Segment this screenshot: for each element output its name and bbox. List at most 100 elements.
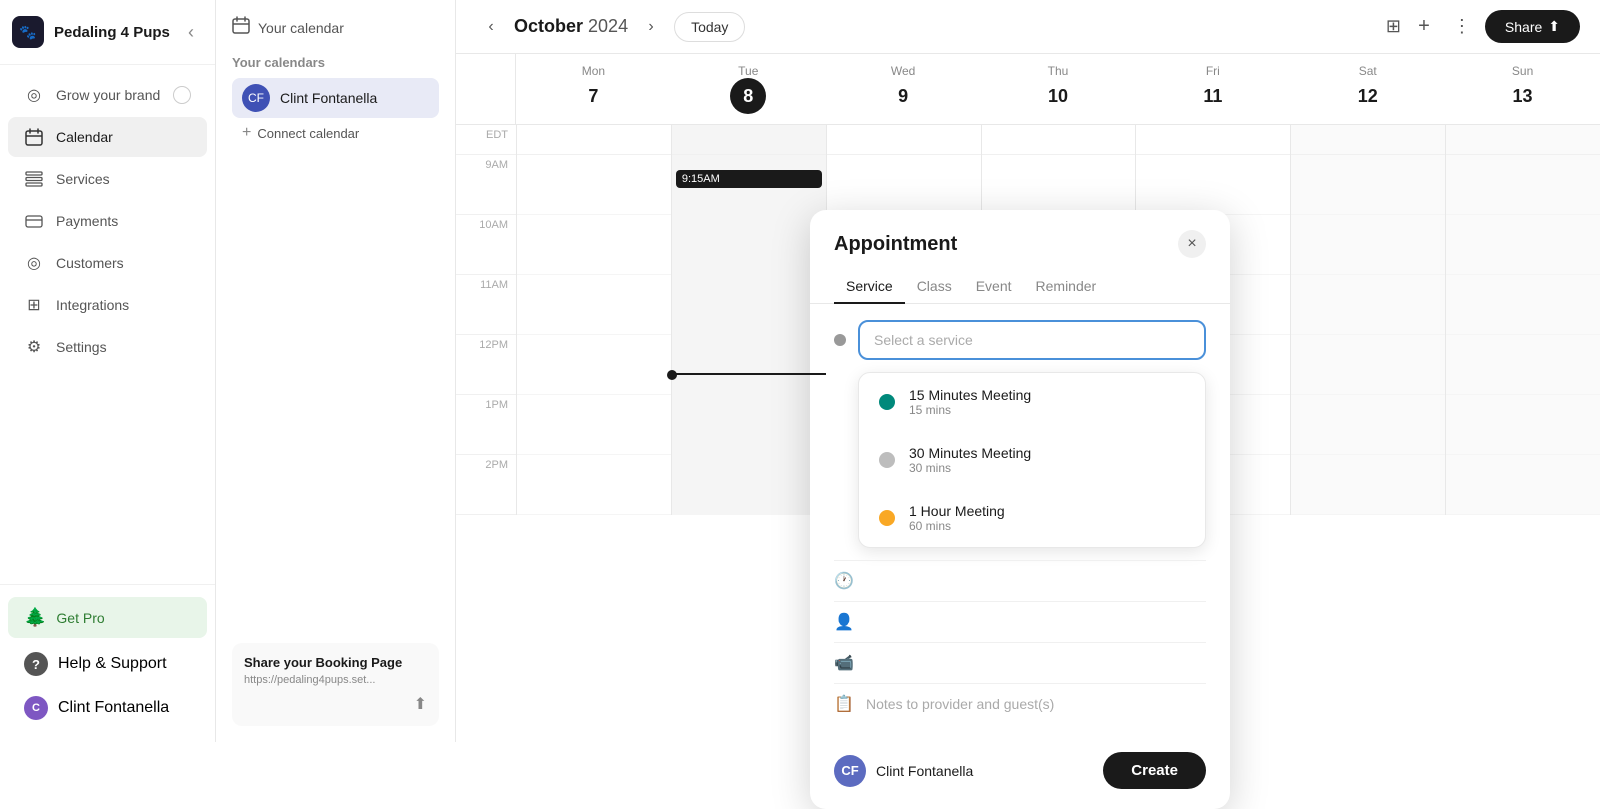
collapse-button[interactable]: ‹ [179,20,203,44]
integrations-icon: ⊞ [24,295,44,315]
video-icon: 📹 [834,653,854,673]
service-dropdown: 15 Minutes Meeting 15 mins 30 Minutes Me… [858,372,1206,548]
next-month-button[interactable]: › [636,12,666,42]
current-time-line [672,373,826,375]
prev-month-button[interactable]: ‹ [476,12,506,42]
service-option-info-0: 15 Minutes Meeting 15 mins [909,387,1031,417]
modal-header: Appointment × [810,210,1230,258]
day-header-0: Mon 7 [516,54,671,124]
calendar-header: Your calendar [232,16,439,39]
video-field-row: 📹 [834,642,1206,683]
more-options-button[interactable]: ⋮ [1447,12,1477,42]
tab-reminder[interactable]: Reminder [1024,270,1109,304]
tab-service[interactable]: Service [834,270,905,304]
sidebar-item-integrations[interactable]: ⊞ Integrations [8,285,207,325]
sidebar-item-services[interactable]: Services [8,159,207,199]
create-appointment-button[interactable]: Create [1103,752,1206,789]
time-col-header [456,54,516,124]
sidebar-item-label: Services [56,171,110,187]
sidebar-footer: 🌲 Get Pro ? Help & Support C Clint Fonta… [0,584,215,742]
appointment-time: 9:15AM [682,173,720,185]
get-pro-button[interactable]: 🌲 Get Pro [8,597,207,638]
service-option-1[interactable]: 30 Minutes Meeting 30 mins [859,431,1205,489]
service-option-name-1: 30 Minutes Meeting [909,445,1031,461]
appointment-badge[interactable]: 9:15AM [676,170,822,188]
add-event-button[interactable]: + [1409,12,1439,42]
settings-icon: ⚙ [24,337,44,357]
day-header-1: Tue 8 [671,54,826,124]
share-upload-icon[interactable]: ⬆ [414,694,427,714]
modal-user: CF Clint Fontanella [834,755,973,787]
modal-user-avatar: CF [834,755,866,787]
notes-field-row[interactable]: 📋 Notes to provider and guest(s) [834,683,1206,724]
time-slot-edt: EDT [456,125,516,155]
time-slot-2pm: 2PM [456,455,516,515]
day-col-mon[interactable] [516,125,671,515]
calendar-days-header: Mon 7 Tue 8 Wed 9 Thu 10 Fri 11 [456,54,1600,125]
service-option-dot-2 [879,510,895,526]
grow-brand-icon: ◎ [24,85,44,105]
sidebar-item-payments[interactable]: Payments [8,201,207,241]
time-slot-11am: 11AM [456,275,516,335]
sidebar-item-label: Grow your brand [56,87,160,103]
person-icon: 👤 [834,612,854,632]
sidebar-item-grow-brand[interactable]: ◎ Grow your brand [8,75,207,115]
share-booking-btn[interactable]: ⬆ [244,694,427,714]
sidebar-item-settings[interactable]: ⚙ Settings [8,327,207,367]
notes-placeholder: Notes to provider and guest(s) [866,696,1054,712]
day-col-sat[interactable] [1290,125,1445,515]
connect-plus-icon: + [242,124,251,142]
sidebar-item-label: Payments [56,213,118,229]
calendar-header-label: Your calendar [258,20,344,36]
day-col-sun[interactable] [1445,125,1600,515]
calendar-month-year: October 2024 [514,16,628,37]
calendar-user-avatar: CF [242,84,270,112]
day-header-2: Wed 9 [826,54,981,124]
modal-close-button[interactable]: × [1178,230,1206,258]
service-dot-indicator [834,334,846,346]
time-slots-col: EDT 9AM 10AM 11AM 12PM 1PM 2PM [456,125,516,515]
service-option-name-2: 1 Hour Meeting [909,503,1005,519]
sidebar-item-customers[interactable]: ◎ Customers [8,243,207,283]
grid-view-icon[interactable]: ⊞ [1386,16,1401,37]
service-input[interactable] [858,320,1206,360]
time-slot-12pm: 12PM [456,335,516,395]
get-pro-label: Get Pro [56,610,104,626]
modal-footer: CF Clint Fontanella Create [810,740,1230,809]
user-profile-item[interactable]: C Clint Fontanella [8,686,207,730]
service-select-row [834,320,1206,360]
service-option-2[interactable]: 1 Hour Meeting 60 mins [859,489,1205,547]
service-option-info-1: 30 Minutes Meeting 30 mins [909,445,1031,475]
user-avatar: C [24,696,48,720]
calendar-nav: ‹ October 2024 › Today [476,12,745,42]
tab-event[interactable]: Event [964,270,1024,304]
time-slot-1pm: 1PM [456,395,516,455]
help-label: Help & Support [58,655,167,673]
sidebar-item-label: Customers [56,255,124,271]
tab-class[interactable]: Class [905,270,964,304]
share-booking-title: Share your Booking Page [244,655,427,670]
calendar-actions: ⊞ + ⋮ Share ⬆ [1386,10,1580,43]
today-button[interactable]: Today [674,12,745,42]
time-slot-10am: 10AM [456,215,516,275]
service-option-duration-1: 30 mins [909,461,1031,475]
sidebar-item-calendar[interactable]: Calendar [8,117,207,157]
share-button[interactable]: Share ⬆ [1485,10,1580,43]
modal-user-name: Clint Fontanella [876,763,973,779]
day-col-tue[interactable]: 9:15AM [671,125,826,515]
day-header-6: Sun 13 [1445,54,1600,124]
connect-calendar-button[interactable]: + Connect calendar [232,118,439,148]
help-support-item[interactable]: ? Help & Support [8,642,207,686]
service-option-0[interactable]: 15 Minutes Meeting 15 mins [859,373,1205,431]
brand-logo: 🐾 [12,16,44,48]
day-header-5: Sat 12 [1290,54,1445,124]
modal-title: Appointment [834,233,957,256]
guest-field-row: 👤 [834,601,1206,642]
sidebar-header: 🐾 Pedaling 4 Pups ‹ [0,0,215,65]
sidebar-item-label: Integrations [56,297,129,313]
grow-brand-badge [173,86,191,104]
service-option-duration-2: 60 mins [909,519,1005,533]
calendar-user-item[interactable]: CF Clint Fontanella [232,78,439,118]
calendar-sidebar: Your calendar Your calendars CF Clint Fo… [216,0,456,742]
services-icon [24,169,44,189]
